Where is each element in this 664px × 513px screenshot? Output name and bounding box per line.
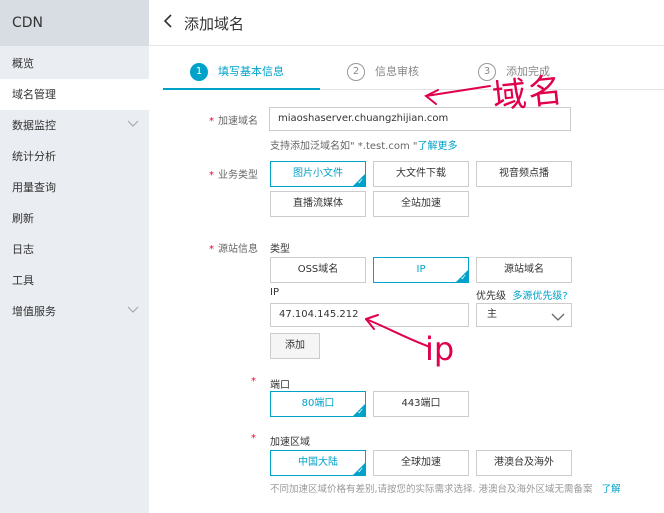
step-label: 添加完成 — [506, 65, 550, 78]
sidebar-item-label: 统计分析 — [12, 150, 56, 163]
ip-input[interactable]: 47.104.145.212 — [270, 303, 469, 327]
port-443[interactable]: 443端口 — [373, 391, 469, 417]
port-label: 端口 — [270, 380, 290, 391]
domain-label-text: 加速域名 — [218, 116, 258, 127]
step-number: 1 — [190, 63, 208, 81]
origin-type-label: 类型 — [270, 244, 290, 255]
chevron-down-icon — [127, 110, 139, 141]
sidebar-item-label: 域名管理 — [12, 88, 56, 101]
sidebar-item-label: 用量查询 — [12, 181, 56, 194]
step-progress: 1 填写基本信息 2 信息审核 3 添加完成 — [163, 56, 664, 90]
required-mark: * — [251, 376, 256, 387]
region-label: 加速区域 — [270, 437, 310, 448]
origin-type-domain[interactable]: 源站域名 — [476, 257, 572, 283]
active-step-underline — [163, 88, 320, 90]
sidebar-item-label: 数据监控 — [12, 119, 56, 132]
page-title: 添加域名 — [184, 15, 245, 33]
multi-origin-priority-link[interactable]: 多源优先级? — [512, 291, 567, 302]
step-2: 2 信息审核 — [347, 62, 419, 82]
back-arrow-icon[interactable] — [163, 13, 173, 33]
business-option-live[interactable]: 直播流媒体 — [270, 191, 366, 217]
required-mark: * — [251, 433, 256, 444]
priority-select[interactable]: 主 — [476, 303, 572, 327]
page-header: 添加域名 — [149, 0, 664, 46]
step-number: 2 — [347, 63, 365, 81]
step-label: 填写基本信息 — [218, 65, 284, 78]
step-label: 信息审核 — [375, 65, 419, 78]
priority-label: 优先级 多源优先级? — [476, 287, 568, 302]
sidebar-item-domain-management[interactable]: 域名管理 — [0, 79, 149, 110]
step-number: 3 — [478, 63, 496, 81]
origin-label-text: 源站信息 — [218, 244, 258, 255]
region-global[interactable]: 全球加速 — [373, 450, 469, 476]
sidebar-item-data-monitoring[interactable]: 数据监控 — [0, 110, 149, 141]
priority-value: 主 — [487, 309, 497, 320]
sidebar-item-label: 日志 — [12, 243, 34, 256]
required-mark: * — [209, 116, 214, 127]
handwritten-ip-note: ip — [425, 330, 455, 368]
sidebar-item-label: 工具 — [12, 274, 34, 287]
check-icon: ✓ — [357, 177, 364, 186]
sidebar-item-logs[interactable]: 日志 — [0, 234, 149, 265]
region-mainland-china[interactable]: 中国大陆 ✓ — [270, 450, 366, 476]
region-note: 不同加速区域价格有差别,请按您的实际需求选择. 港澳台及海外区域无需备案 了解 — [270, 481, 660, 495]
region-learn-more-link[interactable]: 了解 — [602, 484, 621, 495]
port-required: * — [251, 376, 260, 387]
priority-label-text: 优先级 — [476, 291, 506, 302]
region-overseas[interactable]: 港澳台及海外 — [476, 450, 572, 476]
sidebar-item-tools[interactable]: 工具 — [0, 265, 149, 296]
check-icon: ✓ — [357, 407, 364, 416]
sidebar-item-label: 概览 — [12, 57, 34, 70]
required-mark: * — [209, 244, 214, 255]
sidebar-item-value-added[interactable]: 增值服务 — [0, 296, 149, 327]
chevron-down-icon — [551, 309, 565, 321]
port-80[interactable]: 80端口 ✓ — [270, 391, 366, 417]
option-label: 图片小文件 — [293, 168, 343, 179]
origin-label: * 源站信息 — [209, 240, 258, 255]
business-option-vod[interactable]: 视音频点播 — [476, 161, 572, 187]
option-label: 80端口 — [301, 398, 335, 409]
add-origin-button[interactable]: 添加 — [270, 333, 320, 359]
check-icon: ✓ — [460, 273, 467, 282]
sidebar-item-overview[interactable]: 概览 — [0, 48, 149, 79]
step-1: 1 填写基本信息 — [190, 62, 284, 82]
chevron-down-icon — [127, 296, 139, 327]
learn-more-link[interactable]: 了解更多 — [417, 141, 457, 152]
origin-type-ip[interactable]: IP ✓ — [373, 257, 469, 283]
sidebar-item-label: 刷新 — [12, 212, 34, 225]
ip-label: IP — [270, 287, 279, 298]
option-label: 中国大陆 — [298, 457, 338, 468]
option-label: IP — [416, 264, 426, 275]
business-type-label-text: 业务类型 — [218, 170, 258, 181]
business-option-dcdn[interactable]: 全站加速 — [373, 191, 469, 217]
region-required: * — [251, 433, 260, 444]
sidebar-item-usage-query[interactable]: 用量查询 — [0, 172, 149, 203]
sidebar-title: CDN — [0, 0, 149, 46]
business-option-small-files[interactable]: 图片小文件 ✓ — [270, 161, 366, 187]
sidebar-item-statistics[interactable]: 统计分析 — [0, 141, 149, 172]
domain-label: * 加速域名 — [209, 112, 258, 127]
region-note-text: 不同加速区域价格有差别,请按您的实际需求选择. 港澳台及海外区域无需备案 — [270, 484, 593, 495]
required-mark: * — [209, 170, 214, 181]
step-3: 3 添加完成 — [478, 62, 550, 82]
business-option-large-download[interactable]: 大文件下载 — [373, 161, 469, 187]
sidebar: CDN 概览 域名管理 数据监控 统计分析 用量查询 刷新 日志 工具 增值服务 — [0, 0, 149, 513]
origin-type-oss[interactable]: OSS域名 — [270, 257, 366, 283]
sidebar-item-refresh[interactable]: 刷新 — [0, 203, 149, 234]
domain-input[interactable]: miaoshaserver.chuangzhijian.com — [269, 107, 571, 131]
sidebar-item-label: 增值服务 — [12, 305, 56, 318]
check-icon: ✓ — [357, 466, 364, 475]
domain-help: 支持添加泛域名如" *.test.com "了解更多 — [270, 137, 457, 152]
domain-help-text: 支持添加泛域名如" *.test.com " — [270, 141, 418, 152]
business-type-label: * 业务类型 — [209, 166, 258, 181]
